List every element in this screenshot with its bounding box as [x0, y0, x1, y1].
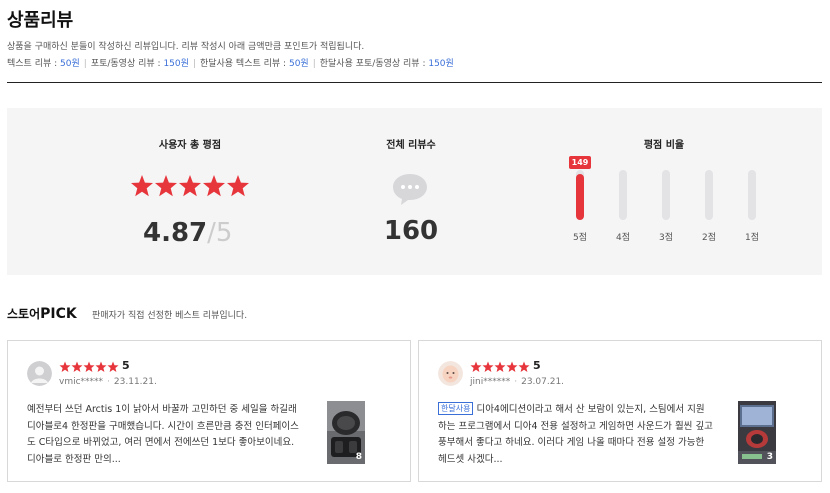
- store-pick-title-text: 스토어: [7, 307, 41, 321]
- user-avatar-icon: [27, 361, 52, 386]
- review-photo[interactable]: 3: [738, 401, 776, 464]
- bar-fill: [576, 173, 584, 220]
- bar-track: [748, 170, 756, 220]
- bar-label: 3점: [658, 233, 673, 243]
- review-text-body: 디아4에디션이라고 해서 산 보람이 있는지, 스팀에서 지원하는 프로그램에서…: [438, 404, 713, 465]
- points-value: 50원: [288, 59, 309, 69]
- avg-rating: 4.87/5: [143, 218, 232, 248]
- avg-rating-max: /5: [207, 218, 233, 248]
- bar-track: [576, 170, 584, 220]
- points-label: 포토/동영상 리뷰 :: [90, 59, 161, 69]
- review-score: 5: [122, 359, 130, 372]
- points-value: 150원: [428, 59, 454, 69]
- store-pick-description: 판매자가 직접 선정한 베스트 리뷰입니다.: [92, 311, 248, 321]
- header-divider: [7, 82, 822, 83]
- bar-track: [662, 170, 670, 220]
- rating-summary: 사용자 총 평점 4.87/5 전체 리뷰수 160 평점 비율 149 5점 …: [7, 108, 822, 275]
- divider: ·: [514, 377, 518, 387]
- month-use-badge: 한달사용: [438, 402, 474, 415]
- reviewer-id: jini******: [470, 377, 511, 387]
- bar-label: 4점: [615, 233, 630, 243]
- review-count: 160: [383, 216, 439, 246]
- avg-rating-label: 사용자 총 평점: [158, 140, 222, 151]
- review-meta: jini****** · 23.07.21.: [470, 377, 564, 387]
- star-rating-icon: [470, 361, 530, 372]
- bar-track: [619, 170, 627, 220]
- review-date: 23.11.21.: [113, 377, 157, 387]
- points-value: 150원: [163, 59, 189, 69]
- photo-count: 8: [355, 452, 362, 462]
- star-rating-icon: [131, 175, 249, 197]
- bar-count-tooltip: 149: [569, 156, 591, 169]
- page-title: 상품리뷰: [7, 10, 74, 31]
- store-pick-title-pick: PICK: [40, 306, 77, 322]
- review-card[interactable]: 5 vmic***** · 23.11.21. 예전부터 쓰던 Arctis 1이 …: [7, 340, 411, 482]
- review-photo[interactable]: 8: [327, 401, 365, 464]
- bar-label: 2점: [701, 233, 716, 243]
- avatar: [438, 361, 463, 386]
- review-text: 한달사용 디아4에디션이라고 해서 산 보람이 있는지, 스팀에서 지원하는 프로…: [438, 402, 713, 468]
- points-label: 텍스트 리뷰 :: [7, 59, 58, 69]
- avatar: [27, 361, 52, 386]
- points-label: 한달사용 포토/동영상 리뷰 :: [319, 59, 426, 69]
- store-pick-title: 스토어PICK: [7, 305, 77, 322]
- bar-label: 5점: [572, 233, 587, 243]
- divider: |: [312, 59, 316, 69]
- review-date: 23.07.21.: [521, 377, 565, 387]
- avg-rating-value: 4.87: [143, 218, 208, 248]
- review-description: 상품을 구매하신 분들이 작성하신 리뷰입니다. 리뷰 작성시 아래 금액만큼 …: [7, 42, 365, 52]
- divider: ·: [107, 377, 110, 387]
- points-label: 한달사용 텍스트 리뷰 :: [199, 59, 287, 69]
- divider: |: [83, 59, 87, 69]
- review-meta: vmic***** · 23.11.21.: [59, 377, 157, 387]
- review-card[interactable]: 5 jini****** · 23.07.21. 한달사용 디아4에디션이라고 해서 …: [418, 340, 822, 482]
- bar-track: [705, 170, 713, 220]
- baby-avatar-icon: [438, 361, 463, 386]
- divider: |: [192, 59, 196, 69]
- rating-ratio-label: 평점 비율: [643, 140, 685, 151]
- star-rating-icon: [59, 361, 119, 372]
- points-info: 텍스트 리뷰 : 50원 | 포토/동영상 리뷰 : 150원 | 한달사용 텍스트 리…: [7, 56, 454, 69]
- review-count-label: 전체 리뷰수: [386, 140, 436, 151]
- reviewer-id: vmic*****: [59, 377, 104, 387]
- speech-bubble-icon: [393, 174, 427, 205]
- review-text: 예전부터 쓰던 Arctis 1이 낡아서 바꿀까 고민하던 중 세일을 하길래…: [27, 404, 299, 465]
- points-value: 50원: [60, 59, 80, 69]
- bar-label: 1점: [744, 233, 759, 243]
- photo-count: 3: [766, 452, 773, 462]
- review-score: 5: [533, 359, 541, 372]
